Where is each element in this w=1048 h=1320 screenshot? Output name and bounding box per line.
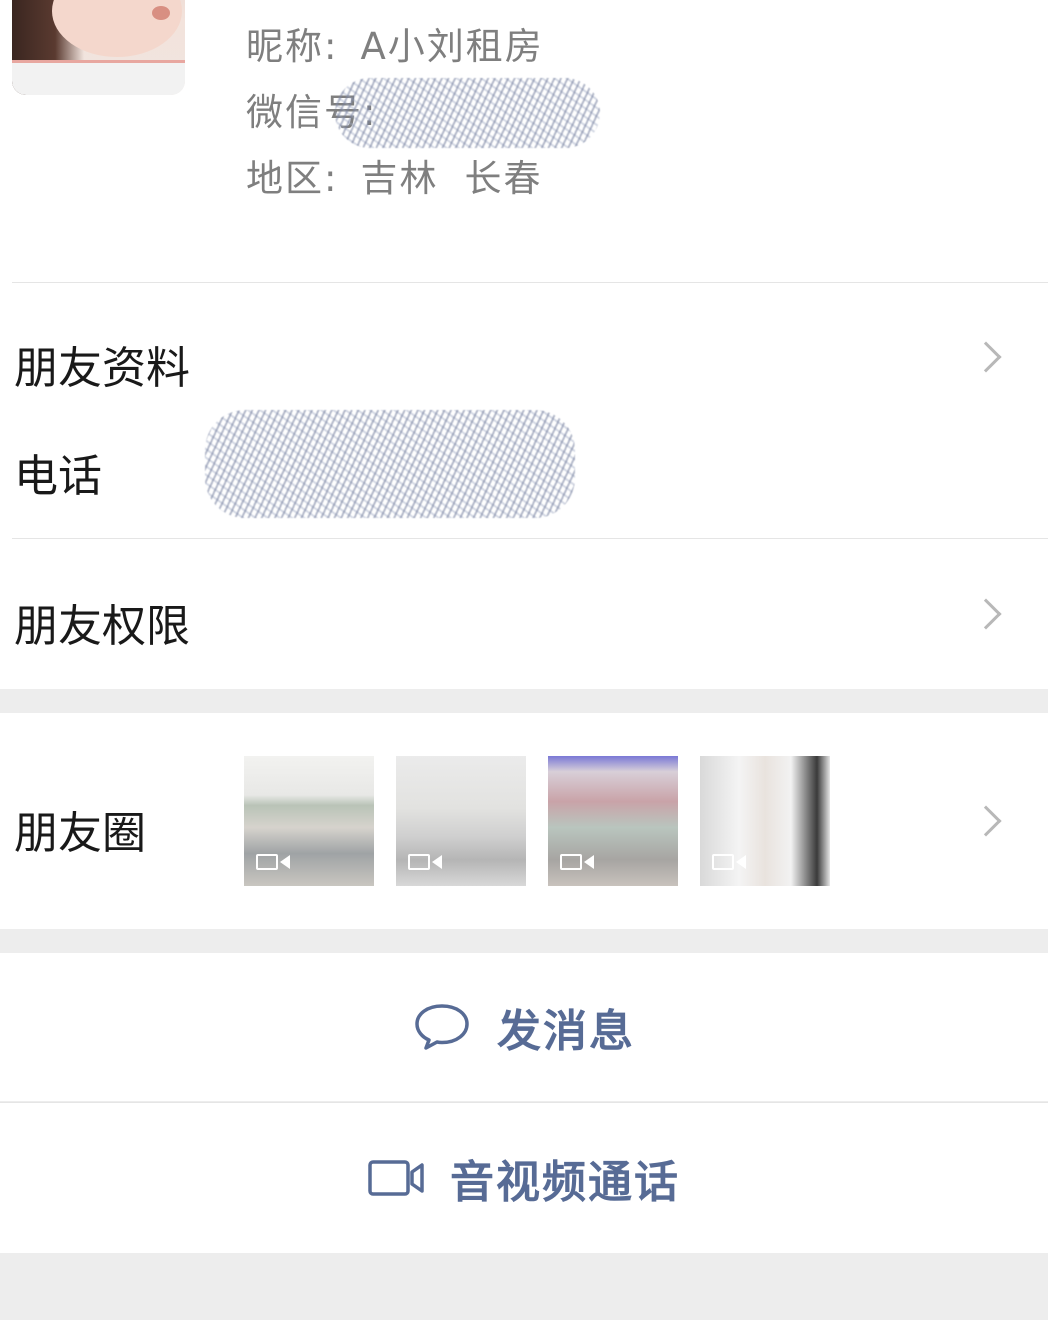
send-message-label: 发消息	[497, 1006, 635, 1057]
friend-info-row[interactable]: 朋友资料	[14, 332, 190, 396]
video-icon	[560, 854, 582, 870]
profile-header: 昵称: A小刘租房 微信号: 地区: 吉林 长春	[0, 0, 1048, 283]
avatar[interactable]	[12, 0, 185, 95]
phone-redaction	[205, 410, 575, 518]
region-city: 长春	[464, 157, 543, 200]
send-message-button[interactable]: 发消息	[0, 953, 1048, 1101]
friend-permission-row[interactable]: 朋友权限	[14, 590, 190, 654]
nickname-label: 昵称:	[246, 25, 339, 68]
av-call-button[interactable]: 音视频通话	[0, 1103, 1048, 1253]
region-line: 地区: 吉林 长春	[246, 148, 542, 202]
video-icon	[712, 854, 734, 870]
wechat-id-redaction	[335, 78, 600, 148]
divider	[12, 538, 1048, 539]
moments-row-label: 朋友圈	[14, 808, 146, 859]
moments-thumb-1[interactable]	[244, 756, 374, 886]
av-call-label: 音视频通话	[450, 1157, 680, 1208]
video-icon	[408, 854, 430, 870]
video-icon	[256, 854, 278, 870]
moments-thumb-3[interactable]	[548, 756, 678, 886]
moments-thumb-4[interactable]	[700, 756, 830, 886]
nickname-value: A小刘租房	[360, 25, 544, 68]
video-camera-icon	[368, 1160, 424, 1196]
region-province: 吉林	[360, 157, 439, 200]
region-label: 地区:	[246, 157, 339, 200]
phone-row-label: 电话	[14, 451, 102, 502]
chat-bubble-icon	[415, 1004, 469, 1050]
moments-thumb-2[interactable]	[396, 756, 526, 886]
nickname-line: 昵称: A小刘租房	[246, 16, 544, 70]
